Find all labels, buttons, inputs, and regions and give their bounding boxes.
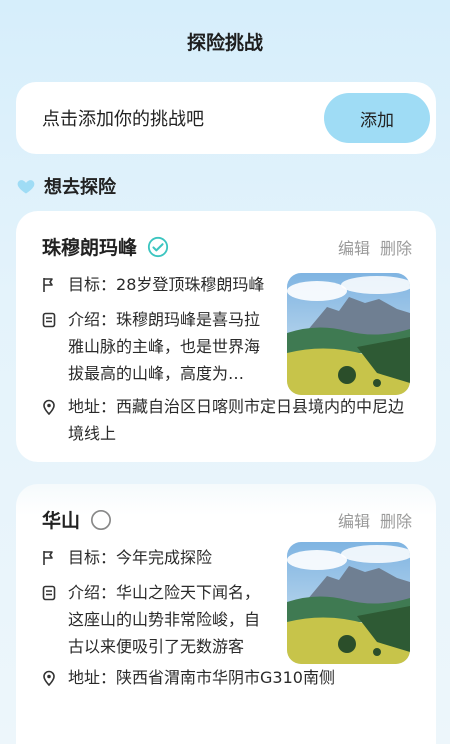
challenge-card[interactable]: 华山 编辑 删除 目标： 今年完成探险 介绍：华山之险天下闻名，这座山的山势非常… <box>16 484 436 744</box>
add-button[interactable]: 添加 <box>324 93 430 143</box>
delete-button[interactable]: 删除 <box>380 508 412 532</box>
document-icon <box>42 306 60 333</box>
heart-icon <box>17 180 35 194</box>
location-icon <box>42 393 60 420</box>
edit-button[interactable]: 编辑 <box>338 508 370 532</box>
edit-button[interactable]: 编辑 <box>338 235 370 259</box>
intro-row: 介绍：华山之险天下闻名，这座山的山势非常险峻，自古以来便吸引了无数游客 <box>42 579 274 660</box>
goal-text: 28岁登顶珠穆朗玛峰 <box>116 275 265 294</box>
address-label: 地址： <box>68 397 117 416</box>
page-title: 探险挑战 <box>186 32 263 54</box>
goal-text: 今年完成探险 <box>116 548 213 567</box>
intro-row: 介绍：珠穆朗玛峰是喜马拉雅山脉的主峰，也是世界海拔最高的山峰，高度为8848.8… <box>42 306 274 387</box>
challenge-card[interactable]: 珠穆朗玛峰 编辑 删除 目标： 28岁登顶珠穆朗玛峰 介绍：珠穆朗玛峰是喜马拉雅… <box>16 211 436 462</box>
delete-button[interactable]: 删除 <box>380 235 412 259</box>
address-row: 地址：西藏自治区日喀则市定日县境内的中尼边境线上 <box>42 393 414 447</box>
completed-check-icon[interactable] <box>147 236 169 258</box>
flag-icon <box>42 544 60 571</box>
challenge-name: 珠穆朗玛峰 <box>42 237 138 259</box>
incomplete-circle-icon[interactable] <box>90 509 112 531</box>
add-challenge-prompt[interactable]: 点击添加你的挑战吧 <box>42 105 204 131</box>
goal-row: 目标： 28岁登顶珠穆朗玛峰 <box>42 271 274 298</box>
address-label: 地址： <box>68 668 117 687</box>
flag-icon <box>42 271 60 298</box>
address-text: 西藏自治区日喀则市定日县境内的中尼边境线上 <box>68 397 405 443</box>
challenge-image <box>287 273 410 395</box>
intro-label: 介绍： <box>68 583 117 602</box>
document-icon <box>42 579 60 606</box>
challenge-name: 华山 <box>42 510 81 532</box>
section-header: 想去探险 <box>16 173 116 199</box>
goal-row: 目标： 今年完成探险 <box>42 544 274 571</box>
goal-label: 目标： <box>68 275 117 294</box>
challenge-image <box>287 542 410 664</box>
address-text: 陕西省渭南市华阴市G310南侧 <box>116 668 335 687</box>
intro-label: 介绍： <box>68 310 117 329</box>
address-row: 地址：陕西省渭南市华阴市G310南侧 <box>42 664 414 691</box>
location-icon <box>42 664 60 691</box>
add-challenge-bar[interactable]: 点击添加你的挑战吧 添加 <box>16 82 436 154</box>
section-title: 想去探险 <box>44 177 116 198</box>
goal-label: 目标： <box>68 548 117 567</box>
